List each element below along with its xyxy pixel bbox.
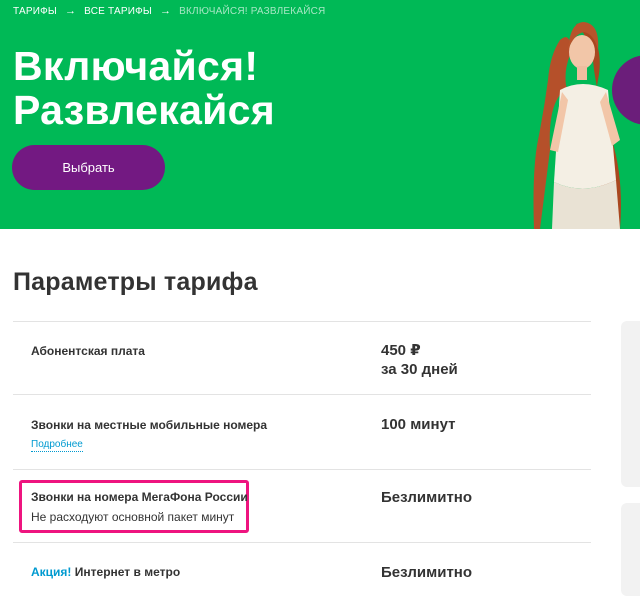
param-value: Безлимитно xyxy=(381,489,473,506)
param-value-line-2: за 30 дней xyxy=(381,361,458,378)
tariff-params-table: Абонентская плата 450 ₽ за 30 дней Звонк… xyxy=(13,321,591,596)
breadcrumb-item-tariffs[interactable]: ТАРИФЫ xyxy=(13,6,57,17)
param-name-text: Интернет в метро xyxy=(74,565,181,579)
hero-banner: ТАРИФЫ → ВСЕ ТАРИФЫ → ВКЛЮЧАЙСЯ! РАЗВЛЕК… xyxy=(0,0,640,229)
breadcrumb-arrow-icon: → xyxy=(64,5,77,17)
param-value: 450 ₽ за 30 дней xyxy=(381,341,458,379)
param-row-local-calls: Звонки на местные мобильные номера Подро… xyxy=(13,394,591,469)
more-details-link[interactable]: Подробнее xyxy=(31,439,83,452)
param-name: Звонки на местные мобильные номера xyxy=(31,418,268,432)
param-name: Акция! Интернет в метро xyxy=(31,565,180,579)
param-note: Не расходуют основной пакет минут xyxy=(31,510,235,524)
side-card xyxy=(621,321,640,487)
param-value: 100 минут xyxy=(381,416,456,433)
select-tariff-button[interactable]: Выбрать xyxy=(12,145,165,190)
param-row-megafon-calls: Звонки на номера МегаФона России Не расх… xyxy=(13,469,591,542)
promo-badge: Акция! xyxy=(31,565,72,579)
hero-title: Включайся! Развлекайся xyxy=(13,44,275,132)
hero-title-line-2: Развлекайся xyxy=(13,87,276,133)
side-card xyxy=(621,503,640,596)
param-name: Абонентская плата xyxy=(31,344,145,358)
param-row-subscription-fee: Абонентская плата 450 ₽ за 30 дней xyxy=(13,321,591,394)
highlight-frame xyxy=(19,480,249,533)
param-row-metro-internet: Акция! Интернет в метро Безлимитно xyxy=(13,542,591,596)
param-value-line-1: 450 ₽ xyxy=(381,342,421,359)
breadcrumb-current: ВКЛЮЧАЙСЯ! РАЗВЛЕКАЙСЯ xyxy=(179,5,326,17)
breadcrumb: ТАРИФЫ → ВСЕ ТАРИФЫ → ВКЛЮЧАЙСЯ! РАЗВЛЕК… xyxy=(13,5,325,17)
breadcrumb-arrow-icon: → xyxy=(159,5,172,17)
breadcrumb-item-all-tariffs[interactable]: ВСЕ ТАРИФЫ xyxy=(84,6,152,17)
hero-title-line-1: Включайся! xyxy=(13,43,259,89)
param-value: Безлимитно xyxy=(381,564,473,581)
param-name: Звонки на номера МегаФона России xyxy=(31,490,248,504)
section-title: Параметры тарифа xyxy=(13,268,258,296)
